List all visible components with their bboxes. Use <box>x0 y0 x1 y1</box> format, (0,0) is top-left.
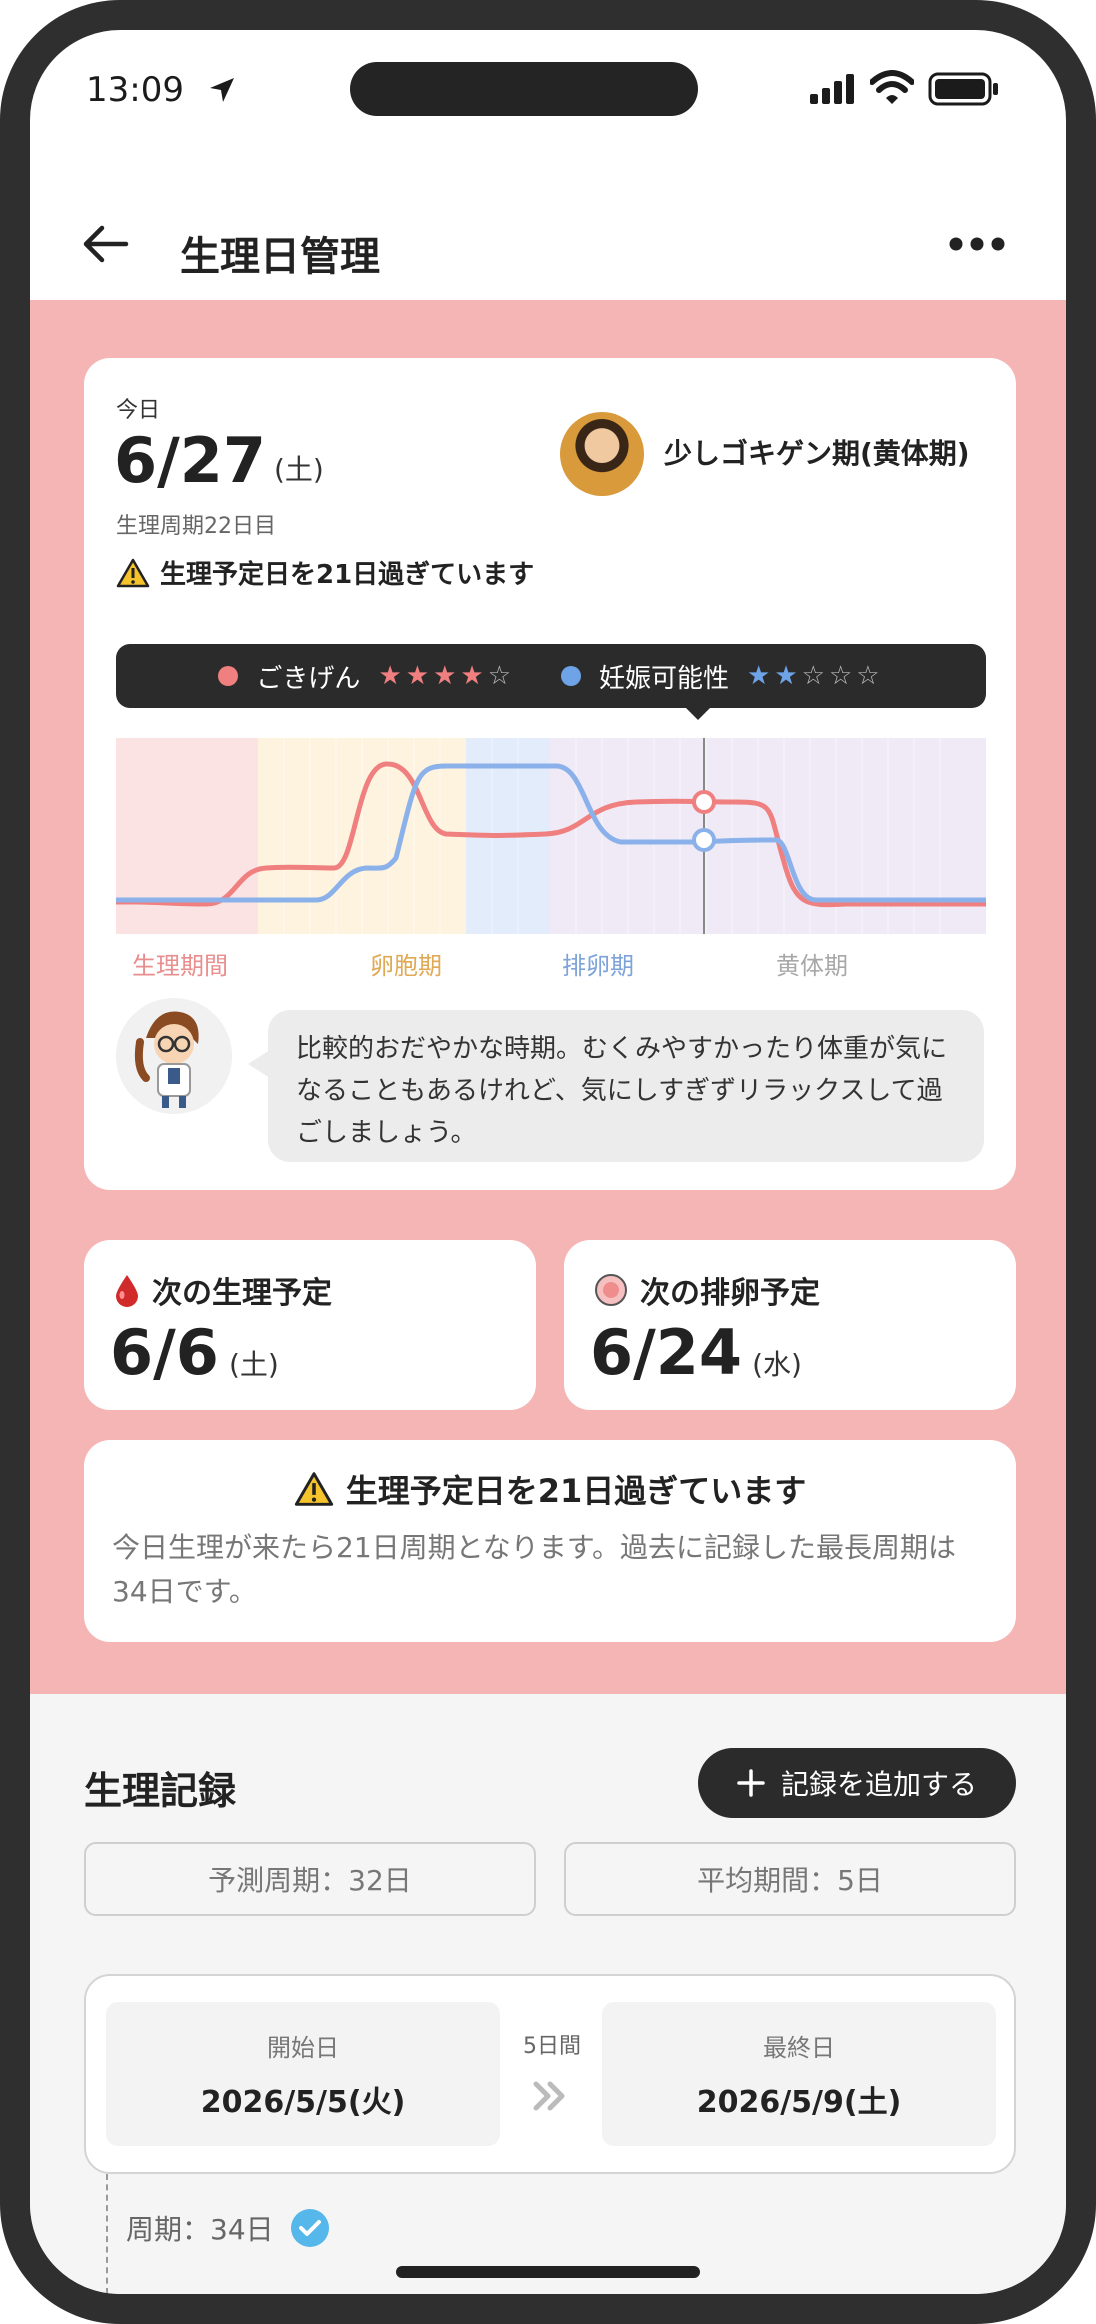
duration-label: 5日間 <box>523 2034 581 2059</box>
phase-label-menstrual: 生理期間 <box>132 952 228 980</box>
star-filled-icon: ★ <box>774 661 802 691</box>
next-ovulation-title-row: 次の排卵予定 <box>594 1268 820 1312</box>
star-filled-icon: ★ <box>378 661 406 691</box>
home-indicator <box>396 2266 700 2278</box>
speech-tail <box>248 1050 270 1078</box>
next-ovulation-title: 次の排卵予定 <box>640 1276 820 1311</box>
star-empty-icon: ☆ <box>856 661 884 691</box>
current-phase: 少しゴキゲン期(黄体期) <box>664 437 970 470</box>
cellular-signal-icon <box>810 74 854 104</box>
add-record-button[interactable]: 記録を追加する <box>698 1748 1016 1818</box>
timeline-dashes <box>106 2174 108 2294</box>
advice-bubble: 比較的おだやかな時期。むくみやすかったり体重が気になることもあるけれど、気にしす… <box>268 1010 984 1162</box>
warning-icon <box>116 558 150 587</box>
today-card: 今日 6/27 (土) 生理周期22日目 少しゴキゲン期(黄体期) 生理予定日を… <box>84 358 1016 1190</box>
alert-title-row: 生理予定日を21日過ぎています <box>84 1466 1016 1512</box>
app-header: 生理日管理 <box>30 180 1066 300</box>
star-filled-icon: ★ <box>405 661 434 691</box>
next-period-date-row: 6/6 (土) <box>110 1316 279 1389</box>
cycle-day: 生理周期22日目 <box>116 514 276 539</box>
overdue-warning-text: 生理予定日を21日過ぎています <box>160 560 535 590</box>
wifi-icon <box>870 70 914 104</box>
screen: 13:09 生理日管理 今日 6/27 (土) 生理周期22日目 少しゴキゲン期… <box>30 30 1066 2294</box>
today-label: 今日 <box>116 398 161 423</box>
next-ovulation-date: 6/24 <box>590 1316 743 1389</box>
today-date: 6/27 <box>114 424 267 497</box>
end-date-box[interactable]: 最終日 2026/5/9(土) <box>602 2002 996 2146</box>
dynamic-island <box>350 62 698 116</box>
end-date: 2026/5/9(土) <box>696 2085 902 2120</box>
next-period-title-row: 次の生理予定 <box>114 1268 332 1312</box>
doctor-avatar <box>116 998 232 1114</box>
plus-icon <box>737 1769 765 1797</box>
star-filled-icon: ★ <box>433 661 461 691</box>
phase-label-luteal: 黄体期 <box>776 952 848 980</box>
record-entry-card[interactable]: 開始日 2026/5/5(火) 5日間 最終日 2026/5/9(土) <box>84 1974 1016 2174</box>
next-period-title: 次の生理予定 <box>152 1276 332 1311</box>
start-date: 2026/5/5(火) <box>200 2085 406 2120</box>
alert-body: 今日生理が来たら21日周期となります。過去に記録した最長周期は34日です。 <box>112 1531 956 1608</box>
location-arrow-icon <box>210 78 234 102</box>
overdue-warning: 生理予定日を21日過ぎています <box>116 554 534 591</box>
fertility-stars: ★★☆☆☆ <box>747 661 884 691</box>
average-period-stat: 平均期間：5日 <box>564 1842 1016 1916</box>
next-period-weekday: (土) <box>228 1348 279 1381</box>
ovum-icon <box>595 1274 627 1306</box>
fertility-dot <box>561 666 581 686</box>
end-label: 最終日 <box>763 2034 835 2062</box>
star-empty-icon: ☆ <box>801 661 829 691</box>
check-circle-icon <box>290 2209 329 2247</box>
battery-icon <box>928 72 998 106</box>
cycle-chart <box>116 738 986 934</box>
status-time: 13:09 <box>86 70 184 110</box>
next-ovulation-weekday: (水) <box>752 1348 802 1381</box>
avatar <box>560 412 644 496</box>
back-arrow-icon[interactable] <box>80 224 130 264</box>
overdue-alert-card: 生理予定日を21日過ぎています 今日生理が来たら21日周期となります。過去に記録… <box>84 1440 1016 1642</box>
fertility-today-point <box>692 828 716 852</box>
legend-pointer <box>684 706 712 720</box>
star-empty-icon: ☆ <box>487 661 515 691</box>
mood-label: ごきげん <box>256 663 361 694</box>
today-weekday: (土) <box>274 453 324 486</box>
next-period-date: 6/6 <box>110 1316 219 1389</box>
next-ovulation-card[interactable]: 次の排卵予定 6/24 (水) <box>564 1240 1016 1410</box>
cycle-length: 周期：34日 <box>126 2213 274 2246</box>
mood-stars: ★★★★☆ <box>378 661 515 691</box>
double-chevron-right-icon <box>533 2081 565 2111</box>
records-section: 生理記録 記録を追加する 予測周期：32日 平均期間：5日 開始日 2026/5… <box>30 1694 1066 2294</box>
more-options-icon[interactable] <box>948 236 1006 252</box>
next-period-card[interactable]: 次の生理予定 6/6 (土) <box>84 1240 536 1410</box>
predicted-cycle-stat: 予測周期：32日 <box>84 1842 536 1916</box>
next-ovulation-date-row: 6/24 (水) <box>590 1316 802 1389</box>
warning-icon <box>294 1472 333 1506</box>
phase-label-ovulation: 排卵期 <box>562 952 634 980</box>
star-filled-icon: ★ <box>460 661 488 691</box>
mood-today-point <box>692 790 716 814</box>
alert-title: 生理予定日を21日過ぎています <box>345 1472 807 1510</box>
mood-dot <box>218 666 239 686</box>
phase-label-follicular: 卵胞期 <box>370 952 442 980</box>
fertility-label: 妊娠可能性 <box>599 663 730 694</box>
blood-drop-icon <box>116 1275 138 1307</box>
cycle-length-row: 周期：34日 <box>126 2208 330 2248</box>
start-label: 開始日 <box>267 2034 339 2062</box>
records-title: 生理記録 <box>84 1769 237 1813</box>
start-date-box[interactable]: 開始日 2026/5/5(火) <box>106 2002 500 2146</box>
add-record-label: 記録を追加する <box>780 1768 977 1801</box>
star-empty-icon: ☆ <box>828 661 857 691</box>
status-bar: 13:09 <box>30 30 1066 160</box>
page-title: 生理日管理 <box>180 234 380 280</box>
phone-frame: 13:09 生理日管理 今日 6/27 (土) 生理周期22日目 少しゴキゲン期… <box>0 0 1096 2324</box>
legend-pill: ごきげん ★★★★☆ 妊娠可能性 ★★☆☆☆ <box>116 644 986 708</box>
star-filled-icon: ★ <box>747 661 775 691</box>
